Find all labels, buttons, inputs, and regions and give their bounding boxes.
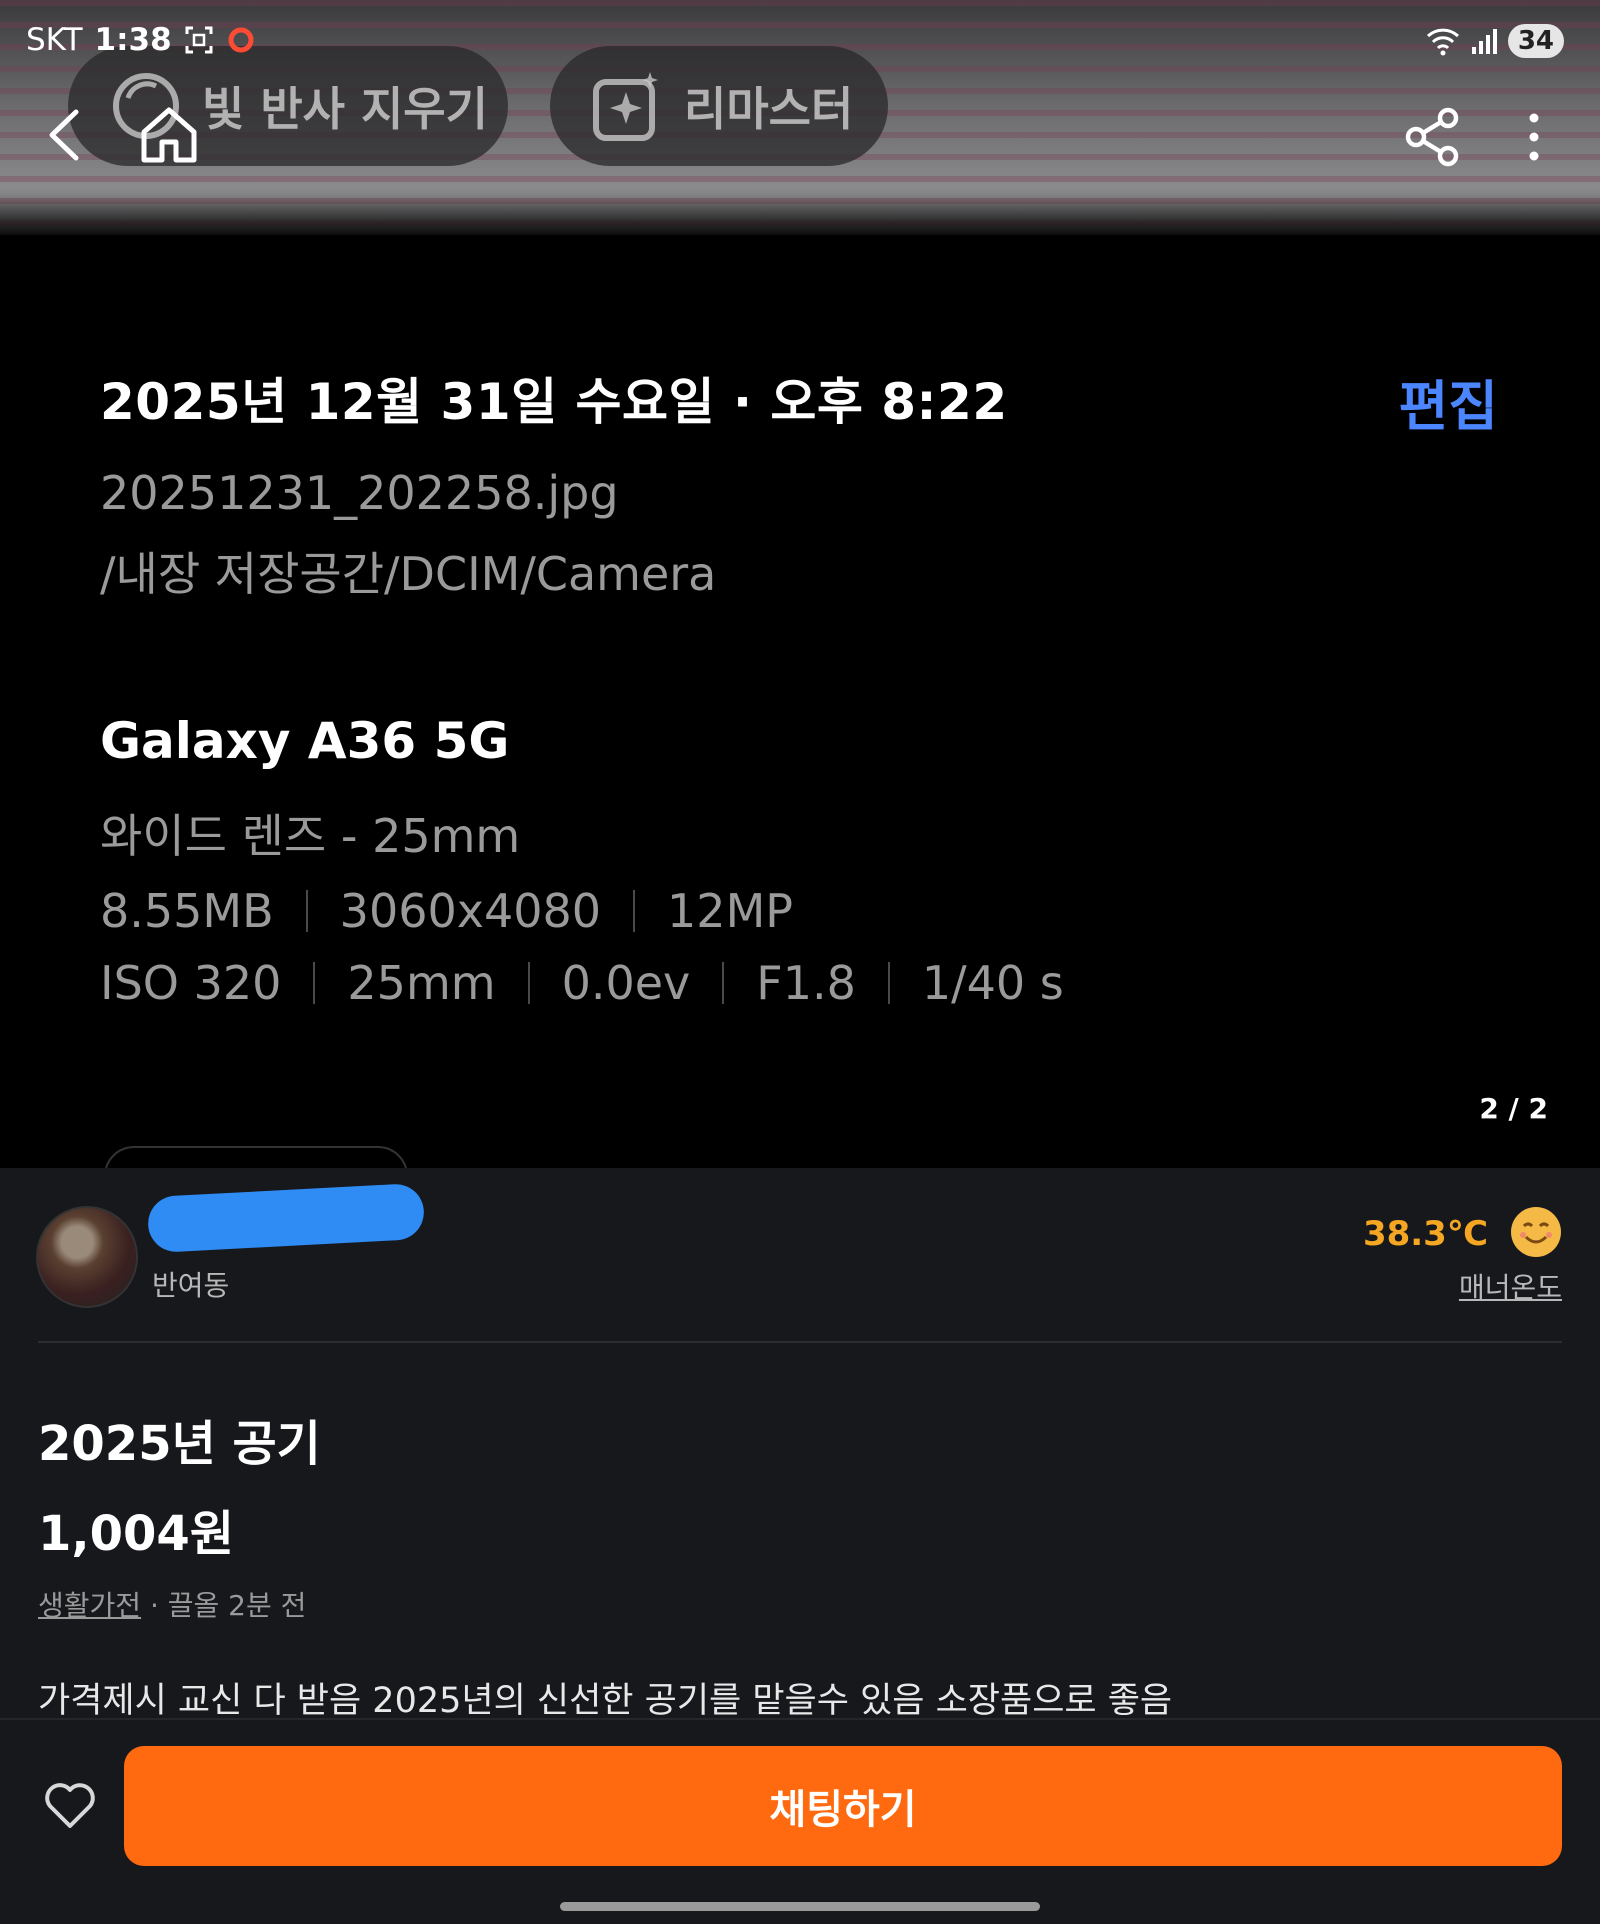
- item-description: 가격제시 교신 다 받음 2025년의 신선한 공기를 맡을수 있음 소장품으로…: [38, 1681, 1173, 1721]
- file-specs: 8.55MB 3060x4080 12MP: [100, 884, 1520, 938]
- home-icon[interactable]: [138, 104, 200, 166]
- chat-button[interactable]: 채팅하기: [124, 1746, 1562, 1866]
- item-title: 2025년 공기: [38, 1416, 321, 1472]
- home-indicator[interactable]: [560, 1902, 1040, 1911]
- divider: [722, 962, 725, 1004]
- device-name: Galaxy A36 5G: [100, 712, 510, 770]
- shutter-speed: 1/40 s: [921, 956, 1064, 1010]
- seller-location: 반여동: [152, 1269, 230, 1302]
- record-icon: [228, 27, 254, 53]
- photo-viewer[interactable]: 빛 반사 지우기 리마스터 SKT 1:38 34 2025년 12월 31일 …: [0, 0, 1600, 1168]
- photo-filename: 20251231_202258.jpg: [100, 466, 619, 520]
- wifi-icon: [1426, 28, 1459, 56]
- manner-temperature: 38.3℃: [1362, 1214, 1488, 1254]
- more-options-icon[interactable]: [1516, 106, 1552, 168]
- resolution: 3060x4080: [339, 884, 602, 938]
- exposure-value: 0.0ev: [561, 956, 691, 1010]
- focal-length: 25mm: [347, 956, 496, 1010]
- divider: [313, 962, 316, 1004]
- lens-info: 와이드 렌즈 - 25mm: [100, 809, 521, 863]
- photo-path: /내장 저장공간/DCIM/Camera: [100, 547, 717, 601]
- manner-temperature-label[interactable]: 매너온도: [1459, 1266, 1562, 1306]
- item-price: 1,004원: [38, 1506, 234, 1562]
- seller-name-redacted: [146, 1182, 426, 1254]
- share-icon[interactable]: [1404, 106, 1462, 168]
- seller-profile[interactable]: 반여동 38.3℃ 매너온도: [0, 1168, 1600, 1344]
- photo-details: 2025년 12월 31일 수요일 · 오후 8:22 편집 20251231_…: [100, 362, 1520, 1010]
- page-indicator: 2 / 2: [1479, 1092, 1548, 1125]
- divider: [305, 890, 308, 932]
- bottom-action-bar: 채팅하기: [0, 1718, 1600, 1924]
- file-size: 8.55MB: [100, 884, 274, 938]
- avatar[interactable]: [36, 1206, 138, 1308]
- divider: [887, 962, 890, 1004]
- megapixels: 12MP: [667, 884, 793, 938]
- divider: [38, 1341, 1562, 1343]
- screenshot-icon: [185, 26, 213, 54]
- heart-icon[interactable]: [42, 1778, 98, 1830]
- photo-datetime: 2025년 12월 31일 수요일 · 오후 8:22: [100, 373, 1008, 431]
- clock: 1:38: [94, 22, 172, 58]
- item-bump-time: · 끌올 2분 전: [141, 1589, 307, 1622]
- divider: [527, 962, 530, 1004]
- edit-link: 편집: [1398, 375, 1498, 438]
- aperture: F1.8: [756, 956, 856, 1010]
- exposure-specs: ISO 320 25mm 0.0ev F1.8 1/40 s: [100, 956, 1520, 1010]
- status-bar: SKT 1:38 34: [0, 0, 1600, 86]
- item-meta: 생활가전 · 끌올 2분 전: [38, 1584, 306, 1624]
- smiley-face-icon: [1511, 1207, 1561, 1257]
- photo-overlay-pill: [104, 1146, 408, 1168]
- back-icon[interactable]: [40, 104, 90, 166]
- signal-icon: [1471, 29, 1497, 54]
- divider: [633, 890, 636, 932]
- item-category-link[interactable]: 생활가전: [38, 1589, 141, 1622]
- carrier: SKT: [26, 22, 83, 58]
- iso: ISO 320: [100, 956, 282, 1010]
- battery-level: 34: [1507, 24, 1564, 58]
